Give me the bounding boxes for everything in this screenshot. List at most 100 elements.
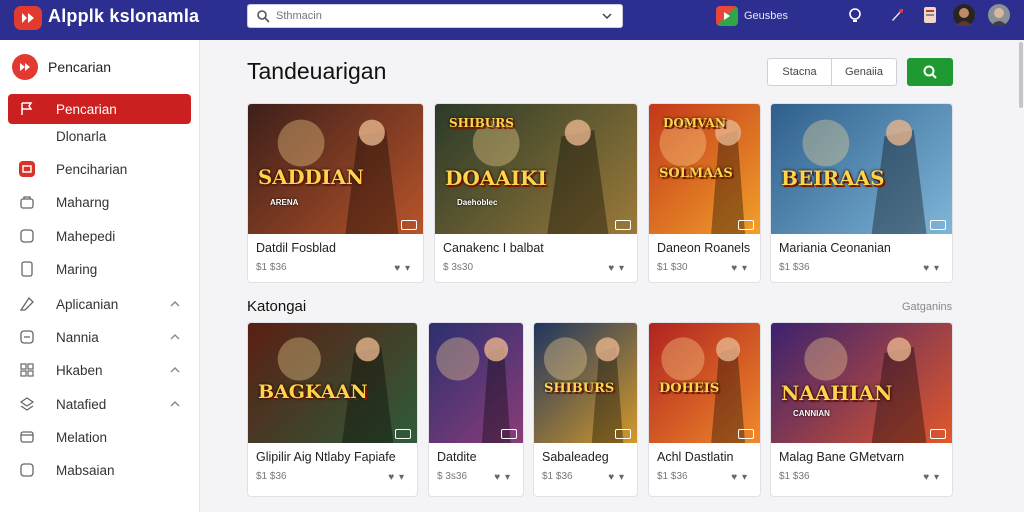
store-label[interactable]: Geusbes [744, 10, 788, 22]
game-title[interactable]: Datdil Fosblad [256, 241, 336, 255]
card-options-icon[interactable]: ♥ ▾ [608, 472, 625, 483]
game-card[interactable]: NAAHIAN CANNIAN Malag Bane GMetvarn $1 $36 ♥… [770, 322, 953, 497]
sidebar-item-label: Hkaben [56, 362, 103, 378]
sidebar-item-label: Natafied [56, 396, 107, 412]
game-price: $1 $36 [779, 471, 810, 482]
search-button[interactable] [907, 58, 953, 86]
sidebar-header[interactable]: Pencarian [12, 54, 111, 80]
app-badge-icon [18, 160, 36, 178]
game-card[interactable]: SHIBURS DOAAIKI Daehoblec Canakenc I balbat… [434, 103, 638, 283]
game-logo-text: NAAHIAN [781, 380, 893, 405]
game-title[interactable]: Achl Dastlatin [657, 450, 733, 464]
sidebar-header-label: Pencarian [48, 59, 112, 75]
sidebar-item-7[interactable]: Aplicanian [8, 289, 191, 319]
sidebar-item-3[interactable]: Penciharian [8, 154, 191, 184]
rating-tag-icon [395, 429, 411, 439]
window-icon [18, 428, 36, 446]
game-title[interactable]: Malag Bane GMetvarn [779, 450, 904, 464]
card-options-icon[interactable]: ♥ ▾ [923, 472, 940, 483]
app-logo-icon[interactable] [14, 6, 42, 30]
sidebar-item-4[interactable]: Maharng [8, 187, 191, 217]
game-card[interactable]: Datdite $ 3s36 ♥ ▾ [428, 322, 524, 497]
chevron-up-icon[interactable] [169, 364, 181, 376]
game-logo-top-text: DOMVAN [663, 116, 726, 130]
chevron-down-icon[interactable] [600, 9, 614, 23]
game-title[interactable]: Glipilir Aig Ntlaby Fapiafe [256, 450, 396, 464]
card-options-icon[interactable]: ♥ ▾ [494, 472, 511, 483]
game-card[interactable]: SHIBURS Sabaleadeg $1 $36 ♥ ▾ [533, 322, 638, 497]
sidebar-item-1[interactable]: Pencarian [8, 94, 191, 124]
sidebar-item-label: Nannia [56, 329, 99, 345]
sidebar-item-label: Mahepedi [56, 228, 116, 244]
game-title[interactable]: Mariania Ceonanian [779, 241, 891, 255]
chevron-up-icon[interactable] [169, 298, 181, 310]
square-icon [18, 461, 36, 479]
game-card[interactable]: DOMVAN SOLMAAS Daneon Roanels $1 $30 ♥ ▾ [648, 103, 761, 283]
rating-tag-icon [930, 429, 946, 439]
game-card[interactable]: BEIRAAS Mariania Ceonanian $1 $36 ♥ ▾ [770, 103, 953, 283]
card-options-icon[interactable]: ♥ ▾ [731, 263, 748, 274]
search-icon [923, 65, 937, 79]
sidebar-item-label: Pencarian [56, 101, 117, 117]
sidebar-item-label: Dlonarla [56, 128, 107, 144]
chevron-up-icon[interactable] [169, 331, 181, 343]
search-icon [257, 10, 270, 23]
game-cover-art [429, 323, 523, 443]
game-title[interactable]: Canakenc I balbat [443, 241, 544, 255]
game-title[interactable]: Datdite [437, 450, 477, 464]
filter-button-2[interactable]: Genaiia [831, 58, 897, 86]
card-options-icon[interactable]: ♥ ▾ [388, 472, 405, 483]
see-all-link[interactable]: Gatganins [902, 301, 952, 313]
sidebar-item-11[interactable]: Melation [8, 422, 191, 452]
game-title[interactable]: Sabaleadeg [542, 450, 609, 464]
list-icon [18, 328, 36, 346]
sidebar-item-10[interactable]: Natafied [8, 389, 191, 419]
search-input[interactable] [276, 8, 576, 24]
rating-tag-icon [738, 220, 754, 230]
game-card[interactable]: DOHEIS Achl Dastlatin $1 $36 ♥ ▾ [648, 322, 761, 497]
game-card[interactable]: SADDIAN ARENA Datdil Fosblad $1 $36 ♥ ▾ [247, 103, 424, 283]
rocket-icon[interactable] [886, 4, 908, 26]
sidebar-item-8[interactable]: Nannia [8, 322, 191, 352]
rating-tag-icon [401, 220, 417, 230]
sidebar-logo-icon [12, 54, 38, 80]
sidebar-item-2[interactable]: Dlonarla [8, 121, 191, 151]
game-logo-subtext: Daehoblec [457, 197, 498, 207]
bag-icon [18, 193, 36, 211]
store-icon[interactable] [716, 6, 738, 26]
game-card[interactable]: BAGKAAN Glipilir Aig Ntlaby Fapiafe $1 $36… [247, 322, 418, 497]
game-logo-subtext: ARENA [270, 197, 299, 207]
sidebar-item-9[interactable]: Hkaben [8, 355, 191, 385]
document-icon[interactable] [919, 4, 941, 26]
filter-button-1[interactable]: Stacna [767, 58, 832, 86]
rating-tag-icon [615, 429, 631, 439]
blank-icon [18, 127, 36, 145]
game-logo-text: SHIBURS [544, 380, 615, 396]
sidebar-item-label: Melation [56, 429, 108, 445]
card-options-icon[interactable]: ♥ ▾ [923, 263, 940, 274]
grid-icon [18, 361, 36, 379]
search-bar[interactable] [247, 4, 623, 28]
sidebar-item-label: Aplicanian [56, 296, 119, 312]
section-title: Katongai [247, 298, 307, 315]
game-price: $1 $36 [256, 471, 287, 482]
chevron-up-icon[interactable] [169, 398, 181, 410]
app-title: Alpplk kslonamla [48, 6, 200, 26]
user-avatar[interactable] [953, 4, 975, 26]
sidebar-item-6[interactable]: Maring [8, 254, 191, 284]
secondary-avatar[interactable] [988, 4, 1010, 26]
notification-icon[interactable] [844, 4, 866, 26]
game-logo-text: SOLMAAS [659, 166, 733, 182]
card-options-icon[interactable]: ♥ ▾ [731, 472, 748, 483]
card-options-icon[interactable]: ♥ ▾ [608, 263, 625, 274]
card-options-icon[interactable]: ♥ ▾ [394, 263, 411, 274]
game-title[interactable]: Daneon Roanels [657, 241, 750, 255]
game-logo-text: BAGKAAN [258, 380, 368, 403]
game-logo-subtext: CANNIAN [793, 409, 830, 419]
top-bar: Alpplk kslonamla Geusbes [0, 0, 1024, 40]
sidebar-item-5[interactable]: Mahepedi [8, 221, 191, 251]
game-price: $1 $36 [256, 262, 287, 273]
sidebar-item-12[interactable]: Mabsaian [8, 455, 191, 485]
game-logo-text: DOHEIS [659, 380, 720, 396]
scrollbar[interactable] [1019, 42, 1023, 108]
